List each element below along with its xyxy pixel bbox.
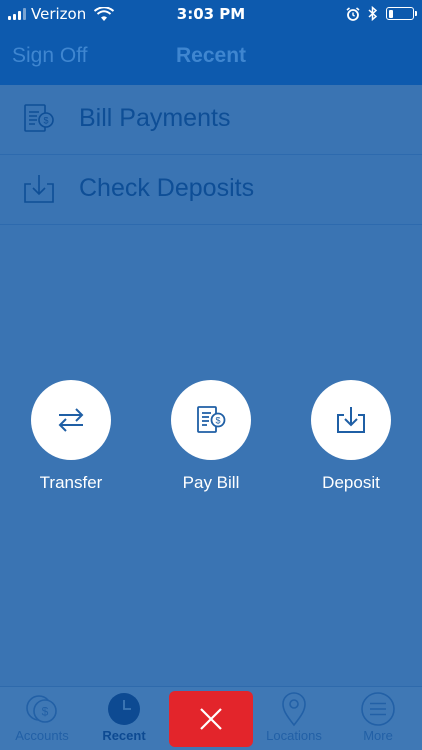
clock-icon bbox=[108, 693, 140, 725]
accounts-icon: $ bbox=[26, 695, 57, 723]
svg-text:$: $ bbox=[215, 416, 220, 426]
battery-icon bbox=[386, 7, 417, 20]
menu-icon bbox=[361, 692, 395, 726]
bill-icon: $ bbox=[197, 406, 226, 433]
tab-label: More bbox=[363, 728, 393, 743]
battery-level bbox=[388, 9, 394, 18]
deposit-button[interactable]: Deposit bbox=[291, 380, 411, 493]
list-item-label: Bill Payments bbox=[79, 104, 231, 132]
deposit-icon bbox=[24, 175, 54, 203]
page-title: Recent bbox=[175, 44, 247, 67]
tab-bar: $ Accounts Recent Locations More bbox=[0, 686, 422, 750]
tab-label: Accounts bbox=[15, 728, 69, 743]
close-icon bbox=[200, 708, 222, 730]
pay-bill-circle[interactable]: $ bbox=[171, 380, 251, 460]
tab-label: Locations bbox=[266, 728, 322, 743]
transfer-button[interactable]: Transfer bbox=[11, 380, 131, 493]
list-item-bill-payments[interactable]: $ Bill Payments bbox=[0, 85, 422, 155]
status-bar: Verizon 3:03 PM bbox=[0, 0, 422, 30]
tab-recent[interactable]: Recent bbox=[82, 687, 166, 750]
deposit-icon bbox=[337, 407, 365, 433]
transfer-icon bbox=[58, 408, 84, 432]
deposit-circle[interactable] bbox=[311, 380, 391, 460]
transfer-label: Transfer bbox=[39, 473, 103, 492]
deposit-label: Deposit bbox=[322, 473, 380, 492]
svg-text:$: $ bbox=[43, 116, 48, 126]
tab-locations[interactable]: Locations bbox=[252, 687, 336, 750]
transfer-circle[interactable] bbox=[31, 380, 111, 460]
bluetooth-icon bbox=[368, 6, 378, 21]
list-item-label: Check Deposits bbox=[79, 174, 255, 202]
close-button[interactable] bbox=[169, 691, 253, 747]
quick-actions: Transfer $ Pay Bill Deposit bbox=[0, 380, 422, 493]
tab-accounts[interactable]: $ Accounts bbox=[0, 687, 84, 750]
tab-more[interactable]: More bbox=[336, 687, 420, 750]
svg-text:$: $ bbox=[42, 705, 49, 719]
tab-label: Recent bbox=[102, 728, 146, 743]
location-pin-icon bbox=[282, 692, 306, 727]
status-right bbox=[346, 6, 417, 21]
pay-bill-button[interactable]: $ Pay Bill bbox=[151, 380, 271, 493]
recent-list: $ Bill Payments Check Deposits bbox=[0, 85, 422, 225]
list-item-check-deposits[interactable]: Check Deposits bbox=[0, 155, 422, 225]
pay-bill-label: Pay Bill bbox=[182, 473, 240, 492]
alarm-icon bbox=[346, 6, 360, 21]
nav-bar: Sign Off Recent bbox=[0, 30, 422, 85]
bill-icon: $ bbox=[24, 104, 54, 132]
